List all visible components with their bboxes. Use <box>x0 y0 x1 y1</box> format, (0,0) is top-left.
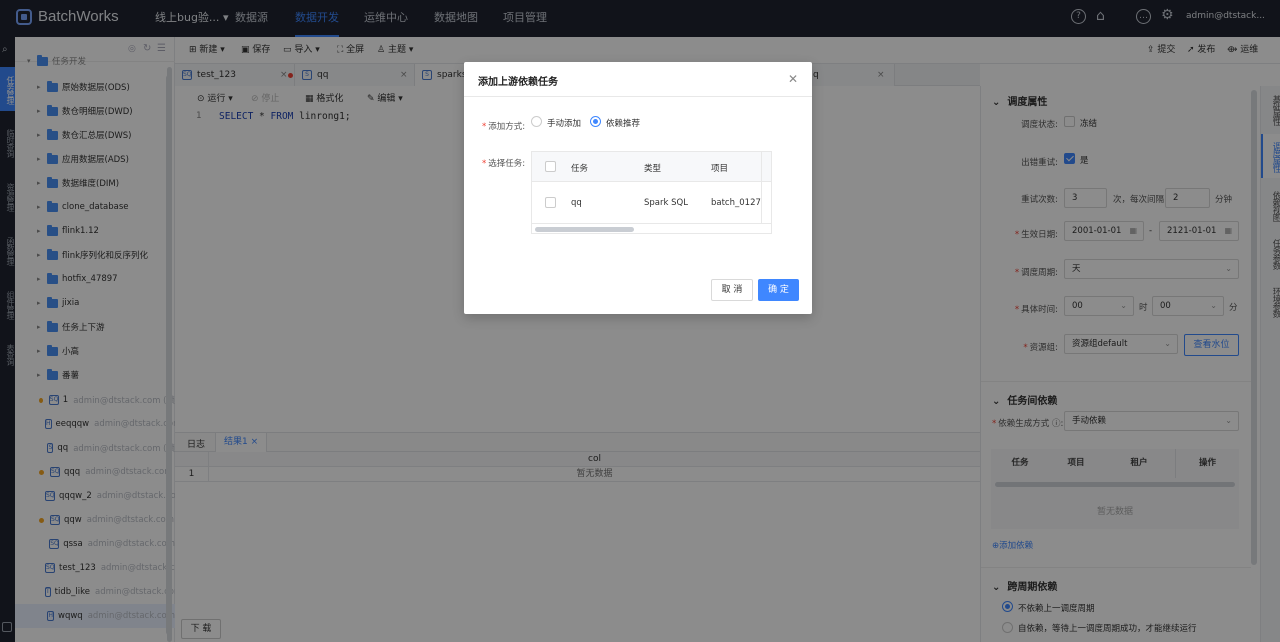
cancel-button[interactable]: 取 消 <box>711 279 753 301</box>
row-project: batch_0127 <box>711 198 761 208</box>
table-row[interactable]: qq Spark SQL batch_0127 <box>532 182 771 224</box>
recommend-radio[interactable] <box>590 116 601 127</box>
add-method-label: 添加方式: <box>488 122 526 132</box>
table-scrollbar[interactable] <box>535 227 634 232</box>
add-upstream-dialog: 添加上游依赖任务 ✕ * 添加方式: 手动添加 依赖推荐 * 选择任务: 任务 类型… <box>464 62 812 314</box>
row-checkbox[interactable] <box>545 197 556 208</box>
manual-add-label: 手动添加 <box>547 119 582 129</box>
select-task-label: 选择任务: <box>488 159 526 169</box>
row-task: qq <box>571 198 582 208</box>
dialog-header: 添加上游依赖任务 ✕ <box>464 62 812 97</box>
col-project: 项目 <box>711 164 729 174</box>
ok-button[interactable]: 确 定 <box>758 279 799 301</box>
manual-add-radio[interactable] <box>531 116 542 127</box>
dialog-title: 添加上游依赖任务 <box>478 77 558 88</box>
close-icon[interactable]: ✕ <box>788 72 798 86</box>
recommend-label: 依赖推荐 <box>606 119 641 129</box>
row-type: Spark SQL <box>644 198 688 208</box>
task-table: 任务 类型 项目 qq Spark SQL batch_0127 <box>531 151 772 234</box>
col-type: 类型 <box>644 164 662 174</box>
col-task: 任务 <box>571 164 589 174</box>
select-all-checkbox[interactable] <box>545 161 556 172</box>
